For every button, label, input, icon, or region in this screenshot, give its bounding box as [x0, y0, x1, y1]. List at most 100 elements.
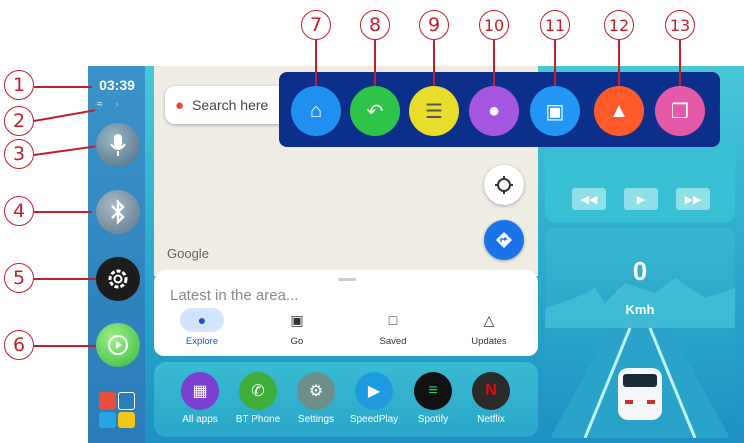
- car-settings-button[interactable]: ▣: [530, 86, 580, 136]
- callout-3: 3: [4, 139, 34, 169]
- callout-line-1: [34, 86, 92, 88]
- callout-line-6: [34, 345, 96, 347]
- clipboard-icon: ☰: [425, 100, 443, 123]
- tab-saved[interactable]: □ Saved: [353, 306, 433, 350]
- play-icon: ▶: [636, 193, 646, 206]
- callout-line-4: [34, 211, 92, 213]
- microphone-icon: [110, 134, 126, 156]
- callout-2: 2: [4, 106, 34, 136]
- recenter-button[interactable]: [484, 165, 524, 205]
- rewind-button[interactable]: ◀◀: [572, 188, 606, 210]
- app-grid-icon[interactable]: [99, 392, 135, 428]
- callout-line-7: [315, 40, 317, 86]
- app-label: Settings: [297, 414, 335, 425]
- latest-in-area: Latest in the area...: [170, 287, 299, 304]
- bluetooth-icon: ›: [115, 99, 119, 110]
- microphone-button[interactable]: ●: [469, 86, 519, 136]
- bookmark-icon: □: [388, 312, 398, 328]
- callout-line-3: [33, 145, 96, 156]
- app-label: BT Phone: [235, 414, 281, 425]
- windows-icon: ❐: [671, 100, 689, 123]
- callout-line-9: [433, 40, 435, 86]
- dock-app-settings[interactable]: ⚙ Settings: [286, 372, 346, 425]
- speed-unit: Kmh: [625, 302, 655, 317]
- voice-button[interactable]: [96, 123, 140, 167]
- car-icon: ▣: [290, 312, 304, 328]
- search-input[interactable]: ● Search here: [165, 86, 295, 124]
- back-button[interactable]: ↶: [350, 86, 400, 136]
- phone-icon: ✆: [239, 372, 277, 410]
- speedometer-widget: 0 Kmh: [545, 228, 735, 438]
- forward-icon: ▶▶: [684, 193, 702, 206]
- rocket-button[interactable]: ▲: [594, 86, 644, 136]
- tab-updates[interactable]: △ Updates: [449, 306, 529, 350]
- callout-9: 9: [419, 10, 449, 40]
- spotify-icon: ≡: [414, 372, 452, 410]
- dock-app-all-apps[interactable]: ▦ All apps: [170, 372, 230, 425]
- speedplay-button[interactable]: [96, 323, 140, 367]
- dock-app-spotify[interactable]: ≡ Spotify: [403, 372, 463, 425]
- gear-icon: ⚙: [297, 372, 335, 410]
- dock-app-bt-phone[interactable]: ✆ BT Phone: [228, 372, 288, 425]
- back-icon: ↶: [366, 100, 384, 123]
- rewind-icon: ◀◀: [580, 193, 598, 206]
- home-button[interactable]: ⌂: [291, 86, 341, 136]
- callout-line-8: [374, 40, 376, 86]
- settings-button[interactable]: [96, 257, 140, 301]
- callout-10: 10: [479, 10, 509, 40]
- windows-button[interactable]: ❐: [655, 86, 705, 136]
- callout-12: 12: [604, 10, 634, 40]
- callout-13: 13: [665, 10, 695, 40]
- app-label: Netflix: [477, 414, 505, 425]
- play-button[interactable]: ▶: [624, 188, 658, 210]
- map-pin-icon: ●: [175, 96, 185, 114]
- google-attribution: Google: [167, 246, 209, 261]
- crosshair-icon: [495, 176, 513, 194]
- tab-label: Go: [290, 336, 304, 347]
- status-icons: ≈ ›: [97, 99, 137, 111]
- callout-4: 4: [4, 196, 34, 226]
- callout-line-2: [33, 109, 96, 122]
- callout-7: 7: [301, 10, 331, 40]
- callout-line-5: [34, 278, 96, 280]
- speedplay-icon: ▶: [355, 372, 393, 410]
- dock-app-netflix[interactable]: N Netflix: [461, 372, 521, 425]
- app-label: All apps: [182, 414, 218, 425]
- callout-line-12: [618, 40, 620, 86]
- clipboard-button[interactable]: ☰: [409, 86, 459, 136]
- gear-icon: [108, 269, 128, 289]
- callout-11: 11: [540, 10, 570, 40]
- tab-label: Updates: [471, 336, 507, 347]
- bluetooth-button[interactable]: [96, 190, 140, 234]
- bell-icon: △: [483, 312, 495, 328]
- car-icon: ▣: [545, 100, 565, 123]
- callout-line-11: [554, 40, 556, 86]
- app-label: SpeedPlay: [349, 414, 399, 425]
- tab-label: Explore: [185, 336, 219, 347]
- callout-line-13: [679, 40, 681, 86]
- drag-handle[interactable]: [338, 278, 356, 281]
- netflix-icon: N: [472, 372, 510, 410]
- directions-button[interactable]: [484, 220, 524, 260]
- directions-icon: [496, 232, 512, 248]
- callout-5: 5: [4, 263, 34, 293]
- dock-app-speedplay[interactable]: ▶ SpeedPlay: [344, 372, 404, 425]
- forward-button[interactable]: ▶▶: [676, 188, 710, 210]
- media-widget: [545, 146, 735, 222]
- bluetooth-icon: [111, 199, 125, 225]
- clock: 03:39: [99, 77, 135, 93]
- home-icon: ⌂: [309, 99, 323, 122]
- tab-label: Saved: [379, 336, 407, 347]
- speed-value: 0: [632, 256, 648, 286]
- tab-go[interactable]: ▣ Go: [257, 306, 337, 350]
- app-label: Spotify: [417, 414, 449, 425]
- play-circle-icon: [108, 335, 128, 355]
- microphone-icon: ●: [487, 99, 501, 122]
- callout-6: 6: [4, 330, 34, 360]
- callout-8: 8: [360, 10, 390, 40]
- callout-line-10: [493, 40, 495, 86]
- search-placeholder: Search here: [192, 97, 269, 113]
- tab-explore[interactable]: ● Explore: [162, 306, 242, 350]
- pin-icon: ●: [180, 308, 224, 332]
- grid-icon: ▦: [181, 372, 219, 410]
